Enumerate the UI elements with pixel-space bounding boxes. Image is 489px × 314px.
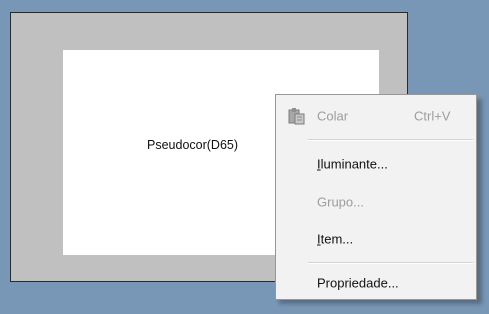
menu-item-paste-label: Colar: [317, 108, 349, 124]
menu-item-property[interactable]: Propriedade...: [278, 266, 474, 300]
paste-icon: [288, 108, 305, 125]
menu-item-property-label: Propriedade...: [317, 275, 399, 291]
context-menu: Colar Ctrl+V Iluminante... Grupo... Item…: [275, 94, 477, 300]
canvas-label[interactable]: Pseudocor(D65): [147, 138, 238, 152]
menu-item-group[interactable]: Grupo...: [278, 185, 474, 219]
menu-separator: [308, 139, 473, 141]
menu-item-illuminant-label: Iluminante...: [317, 156, 388, 172]
menu-item-item[interactable]: Item...: [278, 222, 474, 256]
menu-separator: [308, 262, 473, 264]
menu-item-item-label: Item...: [317, 231, 354, 247]
menu-item-group-label: Grupo...: [317, 194, 364, 210]
desktop-background: Pseudocor(D65) Colar Ctrl+V Iluminante..…: [0, 0, 489, 314]
menu-item-paste-shortcut: Ctrl+V: [414, 108, 451, 124]
menu-item-paste[interactable]: Colar Ctrl+V: [278, 99, 474, 133]
menu-item-illuminant[interactable]: Iluminante...: [278, 147, 474, 181]
